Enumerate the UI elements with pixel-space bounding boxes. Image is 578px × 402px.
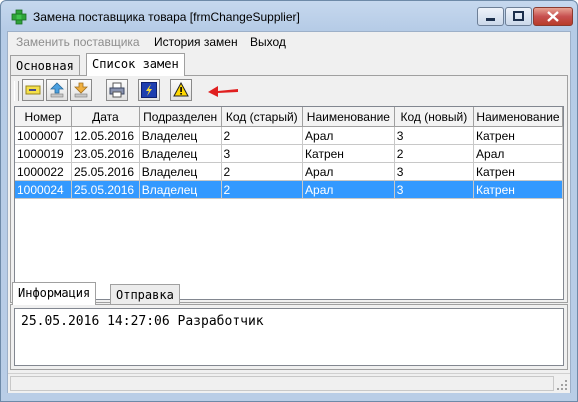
upload-icon [50, 82, 64, 98]
table-row[interactable]: 1000007 12.05.2016 Владелец 2 Арал 3 Кат… [15, 126, 563, 145]
edit-icon [25, 85, 41, 95]
table-cell: 25.05.2016 [71, 162, 140, 181]
table-cell: Катрен [302, 144, 395, 163]
table-cell: Арал [302, 126, 395, 145]
main-tabs: Основная Список замен [10, 53, 570, 76]
tab-replacements[interactable]: Список замен [86, 53, 185, 76]
menu-replace-supplier[interactable]: Заменить поставщика [16, 35, 140, 49]
maximize-button[interactable] [505, 7, 532, 26]
table-cell: 23.05.2016 [71, 144, 140, 163]
table-cell: Владелец [139, 144, 222, 163]
replacements-table[interactable]: Номер Дата Подразделен Код (старый) Наим… [14, 106, 564, 300]
tab-main[interactable]: Основная [10, 55, 80, 75]
table-cell: Катрен [473, 180, 563, 199]
status-pane [10, 376, 554, 391]
close-icon [547, 11, 559, 22]
app-window: Замена поставщика товара [frmChangeSuppl… [0, 0, 578, 402]
table-cell: Владелец [139, 180, 222, 199]
column-header-new-name[interactable]: Наименование [473, 107, 563, 127]
warning-button[interactable] [170, 79, 192, 101]
table-cell: 1000007 [15, 126, 72, 145]
info-panel: 25.05.2016 14:27:06 Разработчик [10, 304, 568, 370]
table-cell: 2 [221, 126, 304, 145]
table-cell: 1000019 [15, 144, 72, 163]
minimize-icon [486, 18, 495, 21]
replacements-panel: Номер Дата Подразделен Код (старый) Наим… [10, 75, 568, 303]
lightning-icon [141, 82, 157, 98]
column-header-number[interactable]: Номер [15, 107, 72, 127]
table-cell: 3 [394, 126, 475, 145]
menu-bar: Заменить поставщика История замен Выход [8, 32, 570, 52]
table-cell: Арал [473, 144, 563, 163]
status-bar [8, 373, 570, 393]
table-cell: 2 [394, 144, 475, 163]
table-cell: 3 [221, 144, 304, 163]
table-cell: 12.05.2016 [71, 126, 140, 145]
table-row[interactable]: 1000019 23.05.2016 Владелец 3 Катрен 2 А… [15, 144, 563, 163]
print-icon [109, 82, 125, 98]
table-cell: Владелец [139, 162, 222, 181]
title-bar[interactable]: Замена поставщика товара [frmChangeSuppl… [1, 1, 577, 31]
table-row[interactable]: 1000022 25.05.2016 Владелец 2 Арал 3 Кат… [15, 162, 563, 181]
menu-exit[interactable]: Выход [250, 35, 286, 49]
table-cell: 25.05.2016 [71, 180, 140, 199]
table-cell: 1000024 [15, 180, 72, 199]
table-row-selected[interactable]: 1000024 25.05.2016 Владелец 2 Арал 3 Кат… [15, 180, 563, 199]
app-icon [11, 9, 27, 25]
column-header-old-code[interactable]: Код (старый) [221, 107, 304, 127]
tab-sending[interactable]: Отправка [110, 284, 180, 304]
table-cell: Арал [302, 180, 395, 199]
window-title: Замена поставщика товара [frmChangeSuppl… [33, 10, 300, 24]
column-header-date[interactable]: Дата [71, 107, 140, 127]
close-button[interactable] [533, 7, 573, 26]
download-icon [74, 82, 88, 98]
info-textbox[interactable]: 25.05.2016 14:27:06 Разработчик [14, 308, 564, 366]
minimize-button[interactable] [477, 7, 504, 26]
table-header-row: Номер Дата Подразделен Код (старый) Наим… [15, 107, 563, 127]
lightning-button[interactable] [138, 79, 160, 101]
table-cell: Катрен [473, 126, 563, 145]
table-cell: Арал [302, 162, 395, 181]
warning-icon [173, 82, 189, 97]
edit-button[interactable] [22, 79, 44, 101]
upload-button[interactable] [46, 79, 68, 101]
table-cell: Владелец [139, 126, 222, 145]
table-cell: 3 [394, 180, 475, 199]
table-cell: 2 [221, 162, 304, 181]
menu-history[interactable]: История замен [154, 35, 238, 49]
toolbar-grip[interactable] [14, 81, 19, 101]
download-button[interactable] [70, 79, 92, 101]
table-cell: 1000022 [15, 162, 72, 181]
column-header-division[interactable]: Подразделен [139, 107, 222, 127]
tab-information[interactable]: Информация [12, 282, 97, 305]
toolbar [14, 79, 314, 103]
column-header-new-code[interactable]: Код (новый) [394, 107, 475, 127]
maximize-icon [513, 11, 524, 21]
table-cell: 3 [394, 162, 475, 181]
info-tabs: Информация Отправка [10, 282, 570, 305]
replacements-grid: Номер Дата Подразделен Код (старый) Наим… [15, 107, 563, 199]
table-cell: Катрен [473, 162, 563, 181]
column-header-old-name[interactable]: Наименование [302, 107, 395, 127]
red-arrow-icon [208, 86, 238, 97]
client-area: Заменить поставщика История замен Выход … [7, 31, 571, 393]
table-cell: 2 [221, 180, 304, 199]
resize-grip-icon[interactable] [556, 379, 568, 391]
print-button[interactable] [106, 79, 128, 101]
